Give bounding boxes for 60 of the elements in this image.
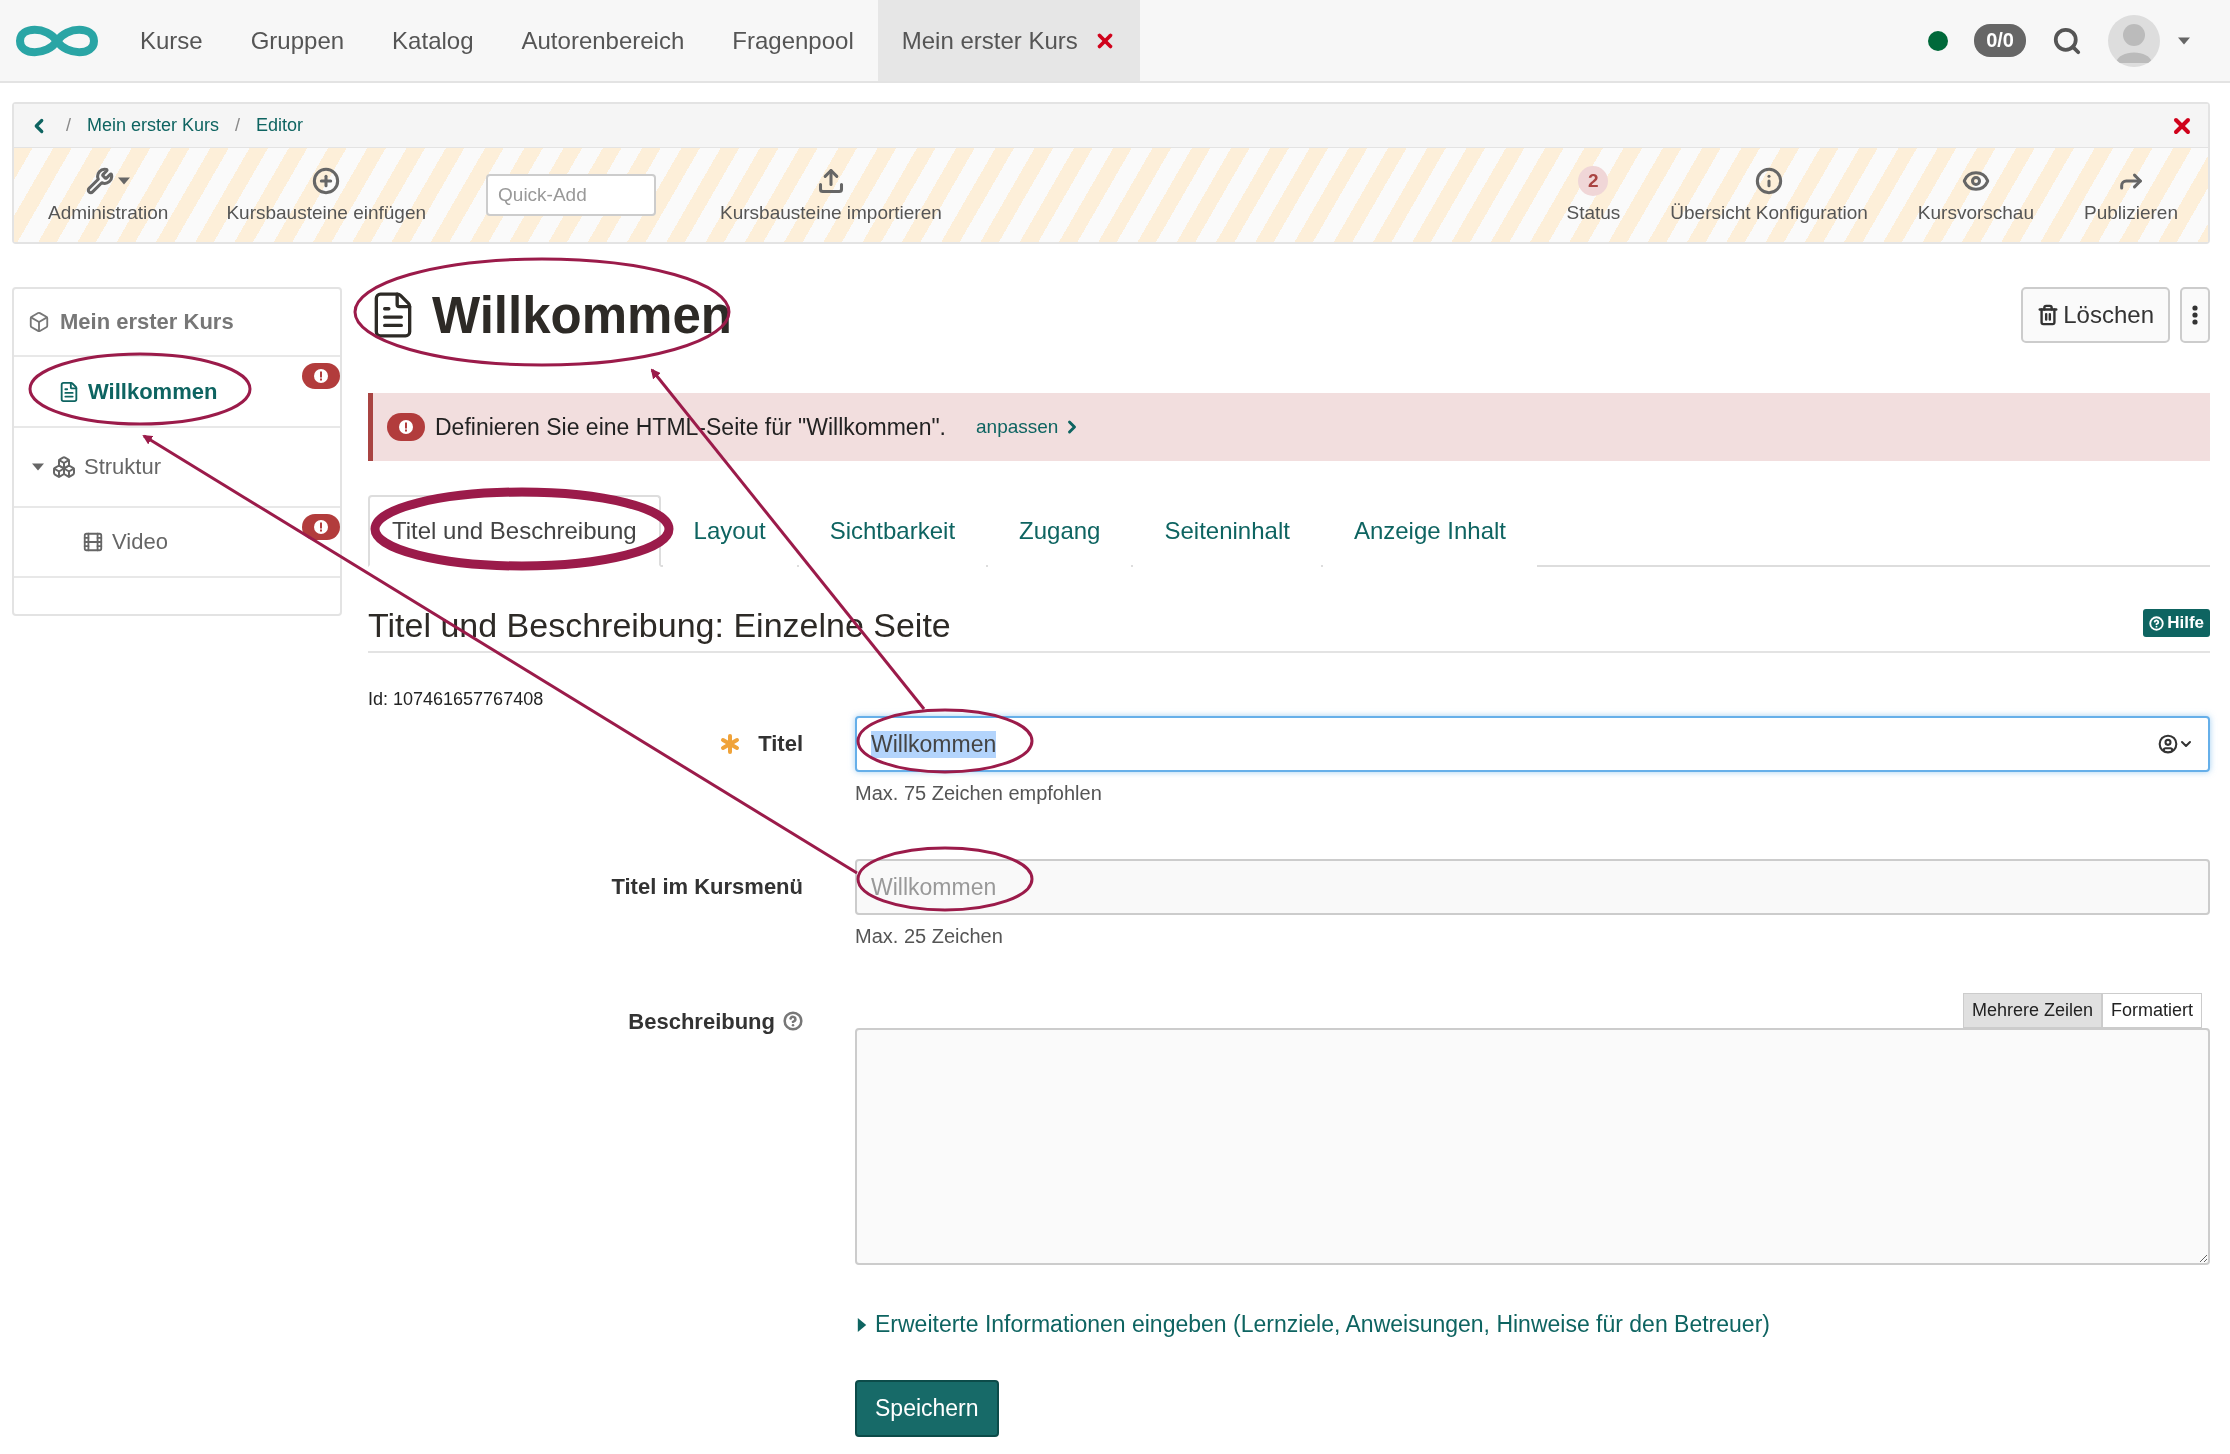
field-hint: Max. 25 Zeichen (855, 925, 1004, 948)
more-icon (2192, 305, 2198, 325)
help-button[interactable]: Hilfe (2143, 609, 2210, 637)
breadcrumb-link[interactable]: Mein erster Kurs (87, 115, 220, 136)
document-icon (58, 380, 80, 403)
nav-tab[interactable]: Autorenbereich (497, 0, 709, 81)
toolbar-icon (86, 167, 115, 195)
editor-mode-tab[interactable]: Mehrere Zeilen (1962, 993, 2102, 1028)
help-icon (2149, 615, 2165, 631)
field-label: Titel (758, 731, 803, 757)
expand-icon (855, 1317, 869, 1332)
nav-tab[interactable]: Gruppen (226, 0, 369, 81)
delete-button[interactable]: Löschen (2021, 287, 2170, 343)
field-label: Titel im Kursmenü (611, 874, 803, 900)
user-icon[interactable] (2158, 734, 2178, 754)
toolbar-button[interactable]: Kursbausteine einfügen (202, 166, 451, 224)
nav-tab[interactable]: Fragenpool (708, 0, 878, 81)
caret-icon (2178, 34, 2190, 47)
nav-tab[interactable]: Kurse (116, 0, 227, 81)
description-field[interactable] (855, 1028, 2210, 1265)
toolbar-button[interactable]: Kursvorschau (1897, 166, 2054, 224)
quick-add-field[interactable]: Quick-Add (486, 174, 657, 216)
id-text: Id: 107461657767408 (368, 689, 545, 710)
separator-slash: / (66, 115, 71, 136)
cube-icon (28, 311, 50, 333)
cubes-icon (52, 455, 76, 479)
toolbar-icon (816, 167, 845, 195)
counter-badge[interactable]: 0/0 (1974, 24, 2026, 57)
toolbar-icon (312, 167, 341, 195)
toolbar-icon (1755, 167, 1784, 195)
nav-tab[interactable]: Katalog (368, 0, 498, 81)
search-icon[interactable] (2052, 25, 2082, 56)
nav-tab[interactable]: Mein erster Kurs (877, 0, 1140, 81)
field-label: Beschreibung (628, 1009, 775, 1035)
tree-item[interactable]: Struktur (14, 428, 340, 508)
text-field[interactable]: Willkommen (855, 716, 2210, 772)
text-field[interactable]: Willkommen (855, 859, 2210, 915)
save-button[interactable]: Speichern (855, 1380, 999, 1437)
count-badge: 2 (1578, 166, 1609, 196)
film-icon (82, 531, 104, 553)
tree-item[interactable]: Willkommen (14, 357, 340, 428)
expand-icon (32, 461, 44, 473)
status-button[interactable]: 2 Status (1546, 166, 1641, 224)
toolbar-button[interactable]: Administration (24, 166, 193, 224)
separator-slash: / (235, 115, 241, 136)
warning-icon (387, 413, 425, 441)
toolbar-button[interactable]: Übersicht Konfiguration (1650, 166, 1888, 224)
toolbar-button[interactable]: Kursbausteine importieren (696, 166, 966, 224)
more-info-link[interactable]: Erweiterte Informationen eingeben (Lernziele, Anweisungen, Hinweise für den Betreuer) (855, 1311, 2210, 1338)
field-hint: Max. 75 Zeichen empfohlen (855, 782, 1103, 805)
more-button[interactable] (2180, 287, 2210, 343)
editor-mode-tab[interactable]: Formatiert (2102, 993, 2202, 1028)
breadcrumb-link[interactable]: Editor (256, 115, 304, 136)
adjust-link[interactable]: anpassen (976, 416, 1083, 438)
help-icon[interactable] (783, 1011, 803, 1031)
caret-icon (118, 175, 131, 187)
trash-icon (2037, 304, 2060, 326)
tree-root[interactable]: Mein erster Kurs (14, 289, 340, 357)
toolbar-button[interactable]: Publizieren (2064, 166, 2198, 224)
tree-item[interactable]: Video (14, 508, 340, 578)
